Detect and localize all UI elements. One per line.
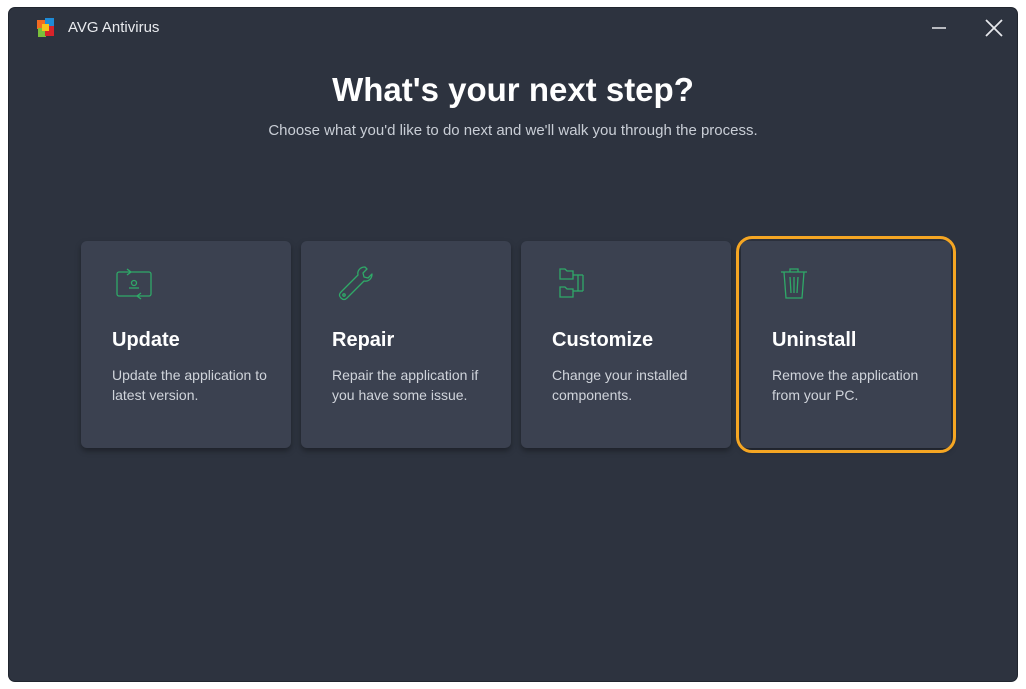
wrench-icon	[338, 266, 373, 301]
page-subtitle: Choose what you'd like to do next and we…	[268, 122, 758, 139]
repair-option-card[interactable]: Repair Repair the application if you hav…	[301, 241, 511, 448]
customize-description: Change your installed components.	[552, 367, 688, 403]
page-title: What's your next step?	[332, 71, 694, 108]
customize-title: Customize	[552, 329, 654, 351]
repair-title: Repair	[332, 329, 395, 351]
uninstall-option-card[interactable]: Uninstall Remove the application from yo…	[736, 236, 956, 453]
components-icon	[559, 268, 584, 298]
trash-icon	[781, 268, 807, 299]
update-option-card[interactable]: Update Update the application to latest …	[81, 241, 291, 448]
title-bar: AVG Antivirus	[9, 8, 1017, 48]
app-window: AVG Antivirus What's your next step? Cho…	[9, 8, 1017, 681]
repair-description: Repair the application if you have some …	[332, 367, 479, 403]
minimize-icon	[932, 27, 946, 29]
customize-option-card[interactable]: Customize Change your installed componen…	[521, 241, 731, 448]
update-icon	[116, 268, 152, 300]
minimize-button[interactable]	[927, 16, 951, 40]
window-title: AVG Antivirus	[68, 19, 160, 36]
uninstall-title: Uninstall	[772, 329, 857, 351]
close-icon	[985, 19, 1003, 37]
update-title: Update	[112, 329, 180, 351]
avg-logo-icon	[37, 18, 54, 37]
uninstall-description: Remove the application from your PC.	[772, 367, 919, 403]
close-button[interactable]	[982, 16, 1006, 40]
update-description: Update the application to latest version…	[112, 367, 267, 403]
